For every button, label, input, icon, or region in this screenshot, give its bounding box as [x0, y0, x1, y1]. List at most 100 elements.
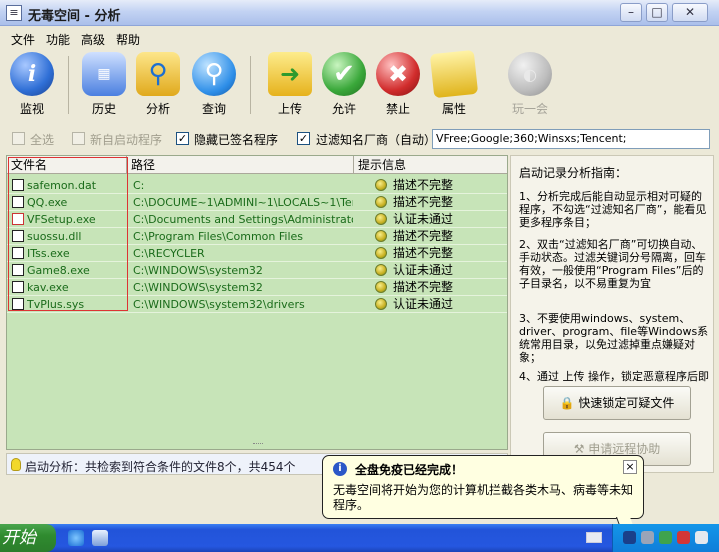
tools-icon: ⚒: [573, 442, 585, 456]
file-hint: 认证未通过: [393, 212, 454, 226]
analyze-label: 分析: [145, 102, 170, 116]
query-label: 查询: [201, 102, 226, 116]
balloon-close-button[interactable]: ×: [623, 460, 637, 474]
column-path[interactable]: 路径: [127, 156, 354, 174]
network-tray-icon[interactable]: [641, 531, 654, 544]
table-row[interactable]: QQ.exe C:\DOCUME~1\ADMINI~1\LOCALS~1\Tem…: [7, 194, 507, 211]
status-text: 启动分析：共检索到符合条件的文件8个，共454个: [25, 460, 296, 474]
game-icon: ◐: [508, 52, 552, 96]
file-path: C:\RECYCLER: [133, 247, 205, 260]
menu-help[interactable]: 帮助: [116, 31, 140, 48]
file-hint: 认证未通过: [393, 263, 454, 277]
row-checkbox[interactable]: [12, 247, 24, 259]
file-path: C:\WINDOWS\system32\drivers: [133, 298, 305, 311]
allow-button[interactable]: ✔ 允许: [318, 52, 370, 118]
guide-panel: 启动记录分析指南： 1、分析完成后能自动显示相对可疑的程序，不勾选“过滤知名厂商…: [510, 155, 714, 473]
block-button[interactable]: ✖ 禁止: [372, 52, 424, 118]
column-hint[interactable]: 提示信息: [354, 156, 507, 174]
row-checkbox[interactable]: [12, 196, 24, 208]
analyze-button[interactable]: ⚲ 分析: [132, 52, 184, 118]
toolbar-separator: [68, 56, 69, 114]
toolbar: i 监视 ▦ 历史 ⚲ 分析 ⚲ 查询 ➜ 上传 ✔ 允许 ✖ 禁止 属性 ◐ …: [0, 49, 719, 122]
magnifier-icon: ⚲: [136, 52, 180, 96]
menu-advanced[interactable]: 高级: [81, 31, 105, 48]
file-name: ITss.exe: [27, 247, 70, 260]
minimize-button[interactable]: –: [620, 3, 642, 22]
row-checkbox[interactable]: [12, 213, 24, 225]
status-bulb-icon: [375, 281, 387, 293]
menu-function[interactable]: 功能: [46, 31, 70, 48]
close-button[interactable]: ✕: [672, 3, 708, 22]
file-path: C:\Program Files\Common Files: [133, 230, 304, 243]
keyboard-icon[interactable]: [586, 532, 602, 543]
filter-bar: 全选 新自启动程序 ✓ 隐藏已签名程序 ✓ 过滤知名厂商（自动） VFree;G…: [0, 126, 719, 150]
new-startup-checkbox[interactable]: [72, 132, 85, 145]
row-checkbox[interactable]: [12, 298, 24, 310]
row-checkbox[interactable]: [12, 281, 24, 293]
table-row[interactable]: safemon.dat C: 描述不完整: [7, 177, 507, 194]
lock-suspicious-label: 快速锁定可疑文件: [578, 396, 675, 410]
balloon-title: 全盘免疫已经完成！: [355, 463, 464, 477]
guide-title: 启动记录分析指南：: [519, 166, 628, 180]
monitor-label: 监视: [19, 102, 44, 116]
lightbulb-icon: [11, 458, 21, 471]
column-filename[interactable]: 文件名: [7, 156, 127, 174]
properties-button[interactable]: 属性: [428, 49, 480, 118]
select-all-checkbox[interactable]: [12, 132, 25, 145]
table-row[interactable]: Game8.exe C:\WINDOWS\system32 认证未通过: [7, 262, 507, 279]
file-path: C:\Documents and Settings\Administrator\…: [133, 213, 353, 226]
table-row[interactable]: kav.exe C:\WINDOWS\system32 描述不完整: [7, 279, 507, 296]
title-bar[interactable]: ≡ 无毒空间 - 分析 – □ ✕: [0, 0, 719, 26]
shield-tray-icon[interactable]: [623, 531, 636, 544]
start-button[interactable]: 开始: [0, 524, 56, 552]
splitter-grip[interactable]: [253, 443, 263, 446]
table-row[interactable]: ITss.exe C:\RECYCLER 描述不完整: [7, 245, 507, 262]
row-checkbox[interactable]: [12, 230, 24, 242]
maximize-button[interactable]: □: [646, 3, 668, 22]
properties-label: 属性: [441, 102, 466, 116]
vendor-filter-input[interactable]: VFree;Google;360;Winsxs;Tencent;: [432, 129, 710, 149]
ie-icon[interactable]: [68, 530, 84, 546]
play-label: 玩一会: [511, 102, 548, 116]
history-button[interactable]: ▦ 历史: [78, 52, 130, 118]
file-table: 文件名 路径 提示信息 safemon.dat C: 描述不完整 QQ.exe …: [6, 155, 508, 450]
file-hint: 认证未通过: [393, 297, 454, 311]
file-name: Game8.exe: [27, 264, 90, 277]
calculator-icon: ▦: [82, 52, 126, 96]
menu-file[interactable]: 文件: [11, 31, 35, 48]
security-tray-icon[interactable]: [659, 531, 672, 544]
file-hint: 描述不完整: [393, 246, 454, 260]
play-button[interactable]: ◐ 玩一会: [502, 52, 558, 118]
file-path: C:\WINDOWS\system32: [133, 281, 263, 294]
balloon-body: 无毒空间将开始为您的计算机拦截各类木马、病毒等未知程序。: [333, 483, 634, 512]
select-all-label: 全选: [30, 133, 55, 147]
antivirus-tray-icon[interactable]: [677, 531, 690, 544]
row-checkbox[interactable]: [12, 264, 24, 276]
table-row[interactable]: VFSetup.exe C:\Documents and Settings\Ad…: [7, 211, 507, 228]
properties-icon: [429, 49, 479, 99]
table-row[interactable]: suossu.dll C:\Program Files\Common Files…: [7, 228, 507, 245]
monitor-button[interactable]: i 监视: [6, 52, 58, 118]
file-name: VFSetup.exe: [27, 213, 96, 226]
filter-vendor-label[interactable]: 过滤知名厂商（自动）: [316, 131, 436, 148]
remote-assist-label: 申请远程协助: [588, 442, 661, 456]
quicklaunch-icon[interactable]: [92, 530, 108, 546]
row-checkbox[interactable]: [12, 179, 24, 191]
file-name: QQ.exe: [27, 196, 68, 209]
table-row[interactable]: TvPlus.sys C:\WINDOWS\system32\drivers 认…: [7, 296, 507, 313]
file-name: suossu.dll: [27, 230, 82, 243]
hide-signed-checkbox[interactable]: ✓: [176, 132, 189, 145]
guide-paragraph: 3、不要使用windows、system、driver、program、file…: [519, 312, 709, 364]
upload-button[interactable]: ➜ 上传: [264, 52, 316, 118]
filter-vendor-checkbox[interactable]: ✓: [297, 132, 310, 145]
notification-balloon[interactable]: i 全盘免疫已经完成！ × 无毒空间将开始为您的计算机拦截各类木马、病毒等未知程…: [322, 455, 644, 519]
file-hint: 描述不完整: [393, 178, 454, 192]
lock-suspicious-button[interactable]: 🔒 快速锁定可疑文件: [543, 386, 691, 420]
guide-paragraph: 4、通过 上传 操作，锁定恶意程序后即: [519, 370, 709, 383]
display-tray-icon[interactable]: [695, 531, 708, 544]
file-path: C:\WINDOWS\system32: [133, 264, 263, 277]
search-icon: ⚲: [192, 52, 236, 96]
query-button[interactable]: ⚲ 查询: [188, 52, 240, 118]
list-icon[interactable]: ≡: [6, 5, 22, 21]
window-title: 无毒空间 - 分析: [28, 9, 121, 24]
